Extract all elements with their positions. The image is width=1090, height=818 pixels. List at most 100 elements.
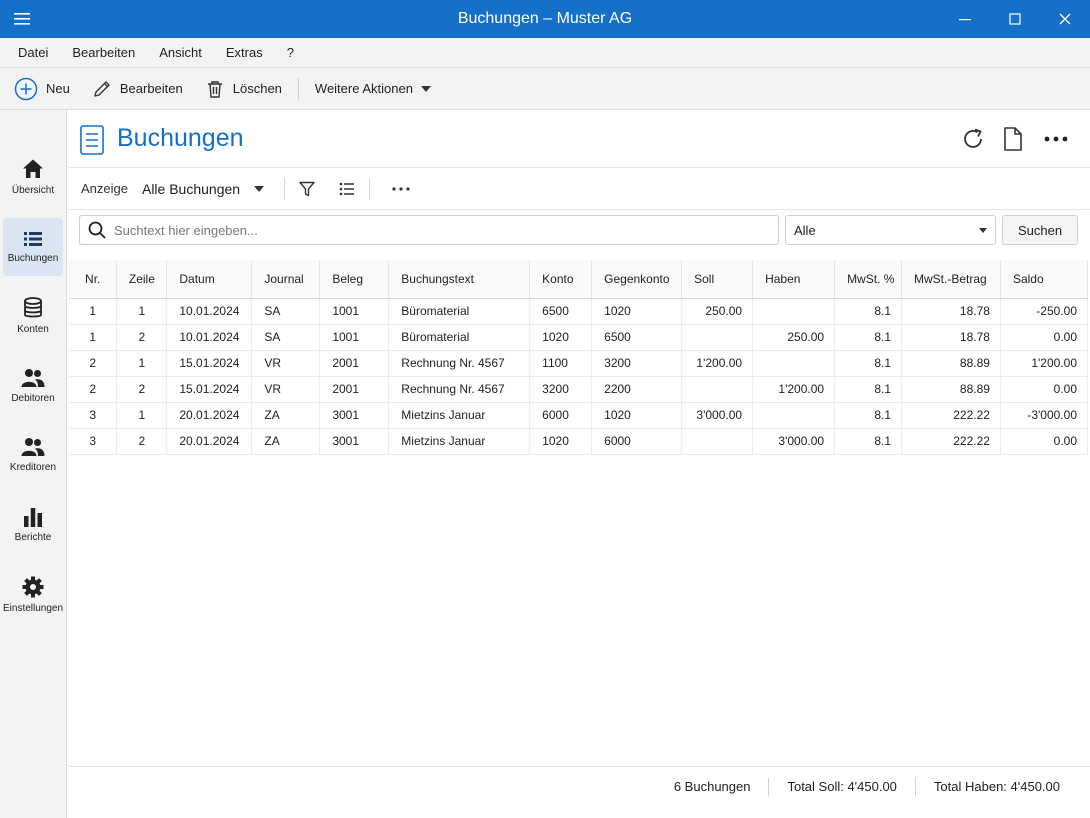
table-cell: 3'000.00 <box>752 428 836 455</box>
table-cell: Büromaterial <box>388 324 531 351</box>
hamburger-menu-icon[interactable] <box>0 0 44 38</box>
menu-bearbeiten[interactable]: Bearbeiten <box>60 45 147 60</box>
status-total-soll: Total Soll: 4'450.00 <box>787 779 897 794</box>
table-cell: 3001 <box>319 428 390 455</box>
sidebar-item-label: Einstellungen <box>2 603 64 614</box>
column-header[interactable]: Gegenkonto <box>591 260 683 299</box>
column-header[interactable]: Soll <box>681 260 754 299</box>
table-cell: 1'200.00 <box>681 350 754 377</box>
table-cell: 6000 <box>529 402 593 429</box>
column-header[interactable]: Journal <box>251 260 321 299</box>
sidebar-item-uebersicht[interactable]: Übersicht <box>3 148 63 206</box>
sidebar-item-debitoren[interactable]: Debitoren <box>3 357 63 415</box>
menu-datei[interactable]: Datei <box>6 45 60 60</box>
table-header-row: Nr. Zeile Datum Journal Beleg Buchungstext Kon… <box>69 260 1089 299</box>
more-options-icon[interactable] <box>1044 136 1068 142</box>
table-cell: 8.1 <box>834 428 903 455</box>
table-row[interactable]: 3 2 20.01.2024 ZA 3001 Mietzins Januar 1020 600… <box>69 428 1089 455</box>
column-header[interactable]: MwSt.-Betrag <box>901 260 1001 299</box>
column-header[interactable]: Beleg <box>319 260 390 299</box>
table-cell <box>752 350 836 377</box>
page-title: Buchungen <box>117 124 244 152</box>
table-cell: 2001 <box>319 350 390 377</box>
column-header[interactable]: Nr. <box>69 260 118 299</box>
table-cell: 10.01.2024 <box>166 324 253 351</box>
search-button[interactable]: Suchen <box>1002 215 1078 245</box>
delete-button-label: Löschen <box>232 81 282 96</box>
table-cell <box>681 428 754 455</box>
refresh-icon[interactable] <box>961 127 985 151</box>
menu-ansicht[interactable]: Ansicht <box>147 45 214 60</box>
table-cell: 1020 <box>529 428 593 455</box>
table-cell: 1001 <box>319 324 390 351</box>
table-row[interactable]: 2 2 15.01.2024 VR 2001 Rechnung Nr. 4567 3200 2… <box>69 376 1089 403</box>
table-cell: 2 <box>116 324 168 351</box>
sidebar-item-label: Berichte <box>14 532 52 543</box>
sidebar-item-konten[interactable]: Konten <box>3 287 63 345</box>
table-cell: 15.01.2024 <box>166 350 253 377</box>
search-input[interactable] <box>114 222 754 238</box>
toolbar-separator <box>297 77 299 100</box>
delete-button[interactable]: Löschen <box>205 79 282 99</box>
table-cell: 1 <box>116 298 168 325</box>
table-cell: 10.01.2024 <box>166 298 253 325</box>
home-icon <box>23 159 43 178</box>
column-header[interactable]: Zeile <box>116 260 168 299</box>
table-cell: Mietzins Januar <box>388 428 531 455</box>
status-total-haben: Total Haben: 4'450.00 <box>933 779 1060 794</box>
table-cell: 222.22 <box>901 428 1001 455</box>
filter-separator <box>284 177 286 200</box>
menu-help[interactable]: ? <box>275 45 306 60</box>
column-header[interactable]: Haben <box>752 260 836 299</box>
list-view-icon[interactable] <box>339 182 355 196</box>
table-cell: 0.00 <box>1000 324 1089 351</box>
table-cell: 1 <box>69 324 118 351</box>
view-dropdown[interactable]: Alle Buchungen <box>142 181 265 197</box>
minimize-icon[interactable] <box>940 0 990 38</box>
table-row[interactable]: 1 2 10.01.2024 SA 1001 Büromaterial 1020 6500 25… <box>69 324 1089 351</box>
table-cell: ZA <box>251 428 321 455</box>
table-cell: 8.1 <box>834 376 903 403</box>
table-cell: 3'000.00 <box>681 402 754 429</box>
table-row[interactable]: 2 1 15.01.2024 VR 2001 Rechnung Nr. 4567 1100 3… <box>69 350 1089 377</box>
more-actions-dropdown[interactable]: Weitere Aktionen <box>315 81 439 96</box>
sidebar-item-buchungen[interactable]: Buchungen <box>3 218 63 276</box>
sidebar-item-label: Buchungen <box>7 253 59 264</box>
new-button-label: Neu <box>46 81 70 96</box>
toolbar: Neu Bearbeiten Löschen Weitere Aktionen <box>0 68 1090 110</box>
column-header[interactable]: MwSt. % <box>834 260 903 299</box>
edit-button-label: Bearbeiten <box>119 81 183 96</box>
table-cell: Rechnung Nr. 4567 <box>388 350 531 377</box>
table-cell: 1020 <box>591 402 683 429</box>
scope-select[interactable]: Alle <box>785 215 996 245</box>
table-cell: 88.89 <box>901 376 1001 403</box>
table-cell: 2 <box>69 376 118 403</box>
pencil-icon <box>94 80 110 97</box>
people-icon <box>21 369 45 387</box>
more-options-icon[interactable] <box>392 186 410 191</box>
table-cell: 1'200.00 <box>752 376 836 403</box>
menu-extras[interactable]: Extras <box>214 45 275 60</box>
column-header[interactable]: Datum <box>166 260 253 299</box>
edit-button[interactable]: Bearbeiten <box>92 79 183 99</box>
filter-separator <box>369 177 371 200</box>
more-actions-label: Weitere Aktionen <box>314 81 413 96</box>
column-header[interactable]: Saldo <box>1000 260 1089 299</box>
table-cell: 15.01.2024 <box>166 376 253 403</box>
sidebar-item-kreditoren[interactable]: Kreditoren <box>3 426 63 484</box>
sidebar-item-einstellungen[interactable]: Einstellungen <box>3 566 63 624</box>
maximize-icon[interactable] <box>990 0 1040 38</box>
table-cell: 1020 <box>529 324 593 351</box>
gear-icon <box>22 576 44 598</box>
filter-icon[interactable] <box>299 181 315 197</box>
table-row[interactable]: 3 1 20.01.2024 ZA 3001 Mietzins Januar 6000 102… <box>69 402 1089 429</box>
sidebar-item-berichte[interactable]: Berichte <box>3 496 63 554</box>
close-icon[interactable] <box>1040 0 1090 38</box>
table-cell <box>752 298 836 325</box>
table-cell: 222.22 <box>901 402 1001 429</box>
table-row[interactable]: 1 1 10.01.2024 SA 1001 Büromaterial 6500 1020 25… <box>69 298 1089 325</box>
column-header[interactable]: Buchungstext <box>388 260 531 299</box>
new-button[interactable]: Neu <box>14 77 70 101</box>
column-header[interactable]: Konto <box>529 260 593 299</box>
document-icon[interactable] <box>1003 127 1023 151</box>
